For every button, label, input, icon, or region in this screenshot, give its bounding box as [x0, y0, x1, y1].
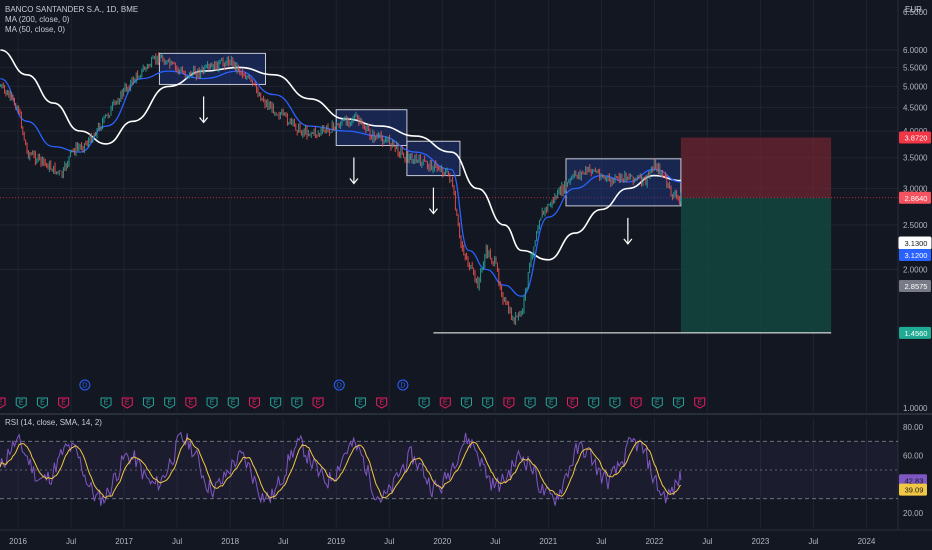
earnings-label: E: [104, 400, 109, 407]
time-tick-label: 2016: [9, 537, 27, 546]
earnings-label: E: [676, 400, 681, 407]
time-tick-label: Jul: [66, 537, 76, 546]
earnings-label: E: [295, 400, 300, 407]
price-tick-label: 3.5000: [903, 154, 928, 163]
earnings-label: E: [697, 400, 702, 407]
symbol-title[interactable]: BANCO SANTANDER S.A., 1D, BME: [5, 5, 138, 15]
earnings-label: E: [485, 400, 490, 407]
currency-label: EUR: [905, 5, 922, 14]
time-axis: 2016 Jul 2017 Jul 2018 Jul 2019 Jul 2020 Jul 2021 J…: [9, 537, 876, 546]
price-tick-label: 6.0000: [903, 46, 928, 55]
earnings-label: E: [634, 400, 639, 407]
time-tick-label: 2018: [221, 537, 239, 546]
dividend-label: D: [400, 383, 405, 390]
price-tag-label: 3.1200: [905, 251, 928, 260]
earnings-label: E: [422, 400, 427, 407]
earnings-label: E: [528, 400, 533, 407]
rsi-legend: RSI (14, close, SMA, 14, 2): [5, 418, 102, 428]
main-legend: BANCO SANTANDER S.A., 1D, BME MA (200, c…: [5, 5, 138, 35]
rsi-tick-label: 60.00: [903, 452, 924, 461]
price-tag: 3.8720: [899, 131, 931, 144]
dividend-label: D: [337, 383, 342, 390]
rsi-band: [0, 441, 898, 499]
take-profit-zone: [680, 197, 832, 333]
time-tick-label: Jul: [702, 537, 712, 546]
consolidation-boxes: [158, 52, 682, 207]
price-tick-label: 2.5000: [903, 221, 928, 230]
time-tick-label: 2020: [433, 537, 451, 546]
earnings-label: E: [40, 400, 45, 407]
ma200-line: [0, 49, 681, 261]
price-tick-label: 1.0000: [903, 404, 928, 413]
earnings-label: E: [252, 400, 257, 407]
price-chart[interactable]: E E E EDE E E E E E E E E E EDE EDE E E E E E E E E E E E E E 6.500…: [0, 0, 932, 550]
earnings-label: E: [0, 400, 3, 407]
earnings-label: E: [613, 400, 618, 407]
price-tick-label: 5.0000: [903, 82, 928, 91]
consolidation-box: [335, 109, 408, 147]
price-tag: 3.1200: [899, 249, 931, 261]
price-tag-label: 3.1300: [905, 239, 928, 248]
time-tick-label: 2019: [327, 537, 345, 546]
time-tick-label: 2022: [645, 537, 663, 546]
price-tag: 2.8640: [899, 191, 931, 204]
price-tag: 1.4560: [899, 326, 931, 339]
ma50-legend[interactable]: MA (50, close, 0): [5, 25, 138, 35]
price-tag-label: 2.8575: [905, 282, 928, 291]
price-tag-label: 1.4560: [905, 329, 928, 338]
time-tick-label: 2023: [752, 537, 770, 546]
earnings-label: E: [125, 400, 130, 407]
earnings-label: E: [273, 400, 278, 407]
earnings-label: E: [549, 400, 554, 407]
earnings-label: E: [443, 400, 448, 407]
earnings-label: E: [61, 400, 66, 407]
stop-loss-zone: [680, 137, 832, 198]
earnings-label: E: [358, 400, 363, 407]
rsi-tick-label: 80.00: [903, 423, 924, 432]
price-tag-label: 2.8640: [905, 194, 928, 203]
ma200-line-group: [0, 49, 681, 261]
earnings-label: E: [464, 400, 469, 407]
rsi-tick-label: 20.00: [903, 509, 924, 518]
rsi-title[interactable]: RSI (14, close, SMA, 14, 2): [5, 418, 102, 428]
price-tick-label: 2.0000: [903, 266, 928, 275]
time-tick-label: 2021: [539, 537, 557, 546]
earnings-label: E: [231, 400, 236, 407]
event-markers: E E E E D E E E E E E E E E E E D E E D E E E E E E E E E E E E E E: [0, 379, 706, 409]
rsi-pane: [0, 431, 898, 506]
price-tick-label: 5.5000: [903, 63, 928, 72]
time-tick-label: Jul: [278, 537, 288, 546]
earnings-label: E: [189, 400, 194, 407]
earnings-label: E: [379, 400, 384, 407]
time-tick-label: Jul: [172, 537, 182, 546]
time-tick-label: Jul: [490, 537, 500, 546]
rsi-tag-label: 39.09: [905, 486, 924, 495]
price-tag-label: 3.8720: [905, 134, 928, 143]
earnings-label: E: [316, 400, 321, 407]
earnings-label: E: [570, 400, 575, 407]
rsi-value-tag: 39.09: [899, 483, 927, 496]
earnings-label: E: [507, 400, 512, 407]
price-tag: 3.1300: [898, 236, 932, 250]
price-axis: 6.50006.00005.50005.00004.50004.00003.50…: [898, 8, 932, 518]
price-tag: 2.8575: [899, 280, 931, 292]
time-tick-label: Jul: [384, 537, 394, 546]
earnings-label: E: [591, 400, 596, 407]
earnings-label: E: [167, 400, 172, 407]
time-tick-label: 2024: [858, 537, 876, 546]
earnings-label: E: [210, 400, 215, 407]
price-tick-label: 4.5000: [903, 103, 928, 112]
time-tick-label: 2017: [115, 537, 133, 546]
ma200-legend[interactable]: MA (200, close, 0): [5, 15, 138, 25]
time-tick-label: Jul: [808, 537, 818, 546]
dividend-label: D: [82, 383, 87, 390]
time-tick-label: Jul: [596, 537, 606, 546]
earnings-label: E: [655, 400, 660, 407]
earnings-label: E: [146, 400, 151, 407]
earnings-label: E: [19, 400, 24, 407]
